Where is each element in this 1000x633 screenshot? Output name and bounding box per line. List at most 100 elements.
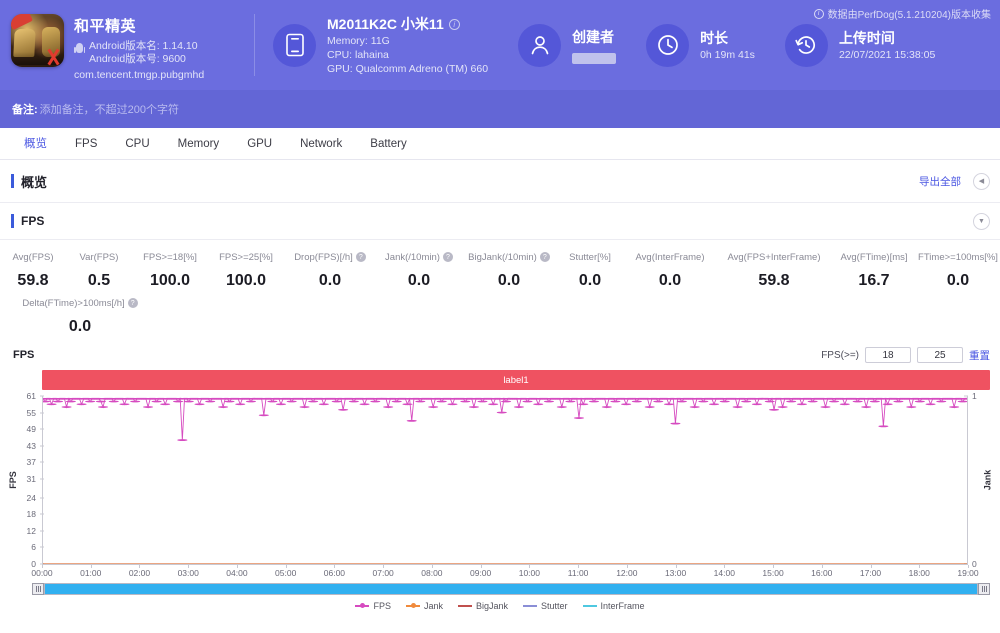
legend-swatch xyxy=(457,605,472,607)
metric-value: 0.0 xyxy=(578,272,602,289)
remark-row[interactable]: 备注: 添加备注，不超过200个字符 xyxy=(0,90,1000,128)
range-slider[interactable] xyxy=(32,582,990,595)
device-model: M2011K2C 小米11 xyxy=(327,16,444,32)
chart-label-banner[interactable]: label1 xyxy=(42,370,990,390)
range-handle-left[interactable] xyxy=(32,582,44,595)
clock-icon xyxy=(646,23,690,67)
reset-button[interactable]: 重置 xyxy=(969,348,990,363)
metric-value: 59.8 xyxy=(17,272,49,289)
legend-item-stutter[interactable]: Stutter xyxy=(523,601,568,611)
x-tick-label: 11:00 xyxy=(567,568,589,578)
tab-overview[interactable]: 概览 xyxy=(10,128,61,160)
legend-label: Stutter xyxy=(541,601,568,611)
creator-block: 创建者 xyxy=(488,23,617,67)
android-icon xyxy=(74,42,85,55)
chevron-down-icon[interactable]: ▼ xyxy=(973,212,990,230)
device-info-block: M2011K2C 小米11 i Memory: 11G CPU: lahaina… xyxy=(255,14,488,76)
help-icon[interactable]: ? xyxy=(355,252,366,262)
fps-threshold-high-input[interactable] xyxy=(917,347,963,363)
metric-value: 100.0 xyxy=(149,272,191,289)
remark-label: 备注: xyxy=(12,104,38,116)
metric-label: Delta(FTime)>100ms[/h]? xyxy=(0,296,160,310)
x-tick-mark xyxy=(821,565,823,568)
legend-item-bigjank[interactable]: BigJank xyxy=(457,601,509,611)
x-tick-mark xyxy=(236,565,238,568)
x-tick-label: 09:00 xyxy=(469,568,492,578)
metric-value: 0.0 xyxy=(318,272,342,289)
plot-canvas xyxy=(42,396,968,564)
y-tick-label: 49 xyxy=(26,424,36,435)
overview-section-header: 概览 导出全部 ◀ xyxy=(0,160,1000,202)
metric-cell: Avg(FTime)[ms] 16.7 xyxy=(832,250,916,290)
legend-item-fps[interactable]: FPS xyxy=(355,601,391,611)
x-tick-mark xyxy=(578,565,580,568)
android-version-code: Android版本号: 9600 xyxy=(89,52,186,65)
legend-label: BigJank xyxy=(475,601,509,611)
section-accent-bar xyxy=(11,174,14,188)
y-tick-label: 12 xyxy=(26,525,36,536)
device-cpu: CPU: lahaina xyxy=(327,49,389,61)
legend-item-interframe[interactable]: InterFrame xyxy=(582,601,645,611)
x-tick-mark xyxy=(529,565,531,568)
x-axis: 00:00 01:00 02:00 03:00 04:00 05:00 06:00 07:00… xyxy=(31,564,979,580)
tab-battery[interactable]: Battery xyxy=(356,128,420,160)
tab-gpu[interactable]: GPU xyxy=(233,128,286,160)
tab-cpu[interactable]: CPU xyxy=(111,128,163,160)
metric-value: 0.0 xyxy=(407,272,431,289)
help-icon[interactable]: ? xyxy=(442,252,453,262)
y2-axis-ticks: 01 xyxy=(964,391,986,569)
app-package-name: com.tencent.tmgp.pubgmhd xyxy=(74,68,205,81)
metric-cell: Avg(InterFrame) 0.0 xyxy=(624,250,716,290)
y-tick-label: 37 xyxy=(26,457,36,468)
tab-fps[interactable]: FPS xyxy=(61,128,111,160)
metric-cell: FPS>=25[%] 100.0 xyxy=(208,250,284,290)
x-tick-label: 16:00 xyxy=(811,568,833,578)
x-tick-label: 14:00 xyxy=(713,568,735,578)
banner-text: label1 xyxy=(503,374,529,386)
help-icon[interactable]: ? xyxy=(539,252,550,262)
metric-cell: Drop(FPS)[/h]? 0.0 xyxy=(284,250,376,290)
legend-swatch xyxy=(355,603,370,608)
page-title: 概览 xyxy=(21,174,48,190)
x-tick-label: 17:00 xyxy=(859,568,882,578)
y-tick-label: 6 xyxy=(31,542,36,553)
metric-label: Avg(FPS) xyxy=(12,251,54,263)
metric-value: 0.0 xyxy=(68,318,92,335)
device-memory: Memory: 11G xyxy=(327,35,390,47)
export-all-button[interactable]: 导出全部 xyxy=(919,174,961,189)
chevron-left-icon[interactable]: ◀ xyxy=(973,172,990,190)
x-tick-mark xyxy=(90,565,92,568)
x-tick-label: 08:00 xyxy=(421,568,443,578)
metric-cell: Delta(FTime)>100ms[/h]? 0.0 xyxy=(0,296,160,336)
y-tick-label: 61 xyxy=(26,391,36,401)
x-tick-mark xyxy=(188,565,190,568)
phone-icon xyxy=(273,23,316,67)
metric-value: 0.0 xyxy=(946,272,970,289)
metric-value: 0.0 xyxy=(658,272,682,289)
metric-cell: BigJank(/10min)? 0.0 xyxy=(462,250,556,290)
help-icon[interactable]: ? xyxy=(127,298,138,308)
metric-value: 100.0 xyxy=(225,272,267,289)
x-tick-label: 06:00 xyxy=(323,568,346,578)
tab-network[interactable]: Network xyxy=(286,128,356,160)
fps-threshold-label: FPS(>=) xyxy=(821,349,859,361)
upload-time-value: 22/07/2021 15:38:05 xyxy=(838,49,936,61)
x-tick-mark xyxy=(626,565,628,568)
legend-item-jank[interactable]: Jank xyxy=(405,601,443,611)
range-handle-right[interactable] xyxy=(978,582,990,595)
metric-value: 59.8 xyxy=(758,272,790,289)
y-tick-label: 24 xyxy=(26,492,36,503)
remark-input-placeholder[interactable]: 添加备注，不超过200个字符 xyxy=(40,101,179,117)
metric-cell: Avg(FPS+InterFrame) 59.8 xyxy=(716,250,832,290)
x-tick-mark xyxy=(139,565,141,568)
fps-threshold-low-input[interactable] xyxy=(865,347,911,363)
metrics-row: Avg(FPS) 59.8 Var(FPS) 0.5 FPS>=18[%] 100.0 FP… xyxy=(0,250,1000,290)
legend-swatch xyxy=(523,605,538,607)
y-tick-label: 43 xyxy=(26,440,36,451)
legend-swatch xyxy=(405,603,420,608)
tab-memory[interactable]: Memory xyxy=(164,128,234,160)
metric-label: Var(FPS) xyxy=(79,251,119,263)
section-accent-bar xyxy=(11,214,14,228)
range-slider-track[interactable] xyxy=(44,582,978,595)
info-icon[interactable]: i xyxy=(448,18,460,30)
